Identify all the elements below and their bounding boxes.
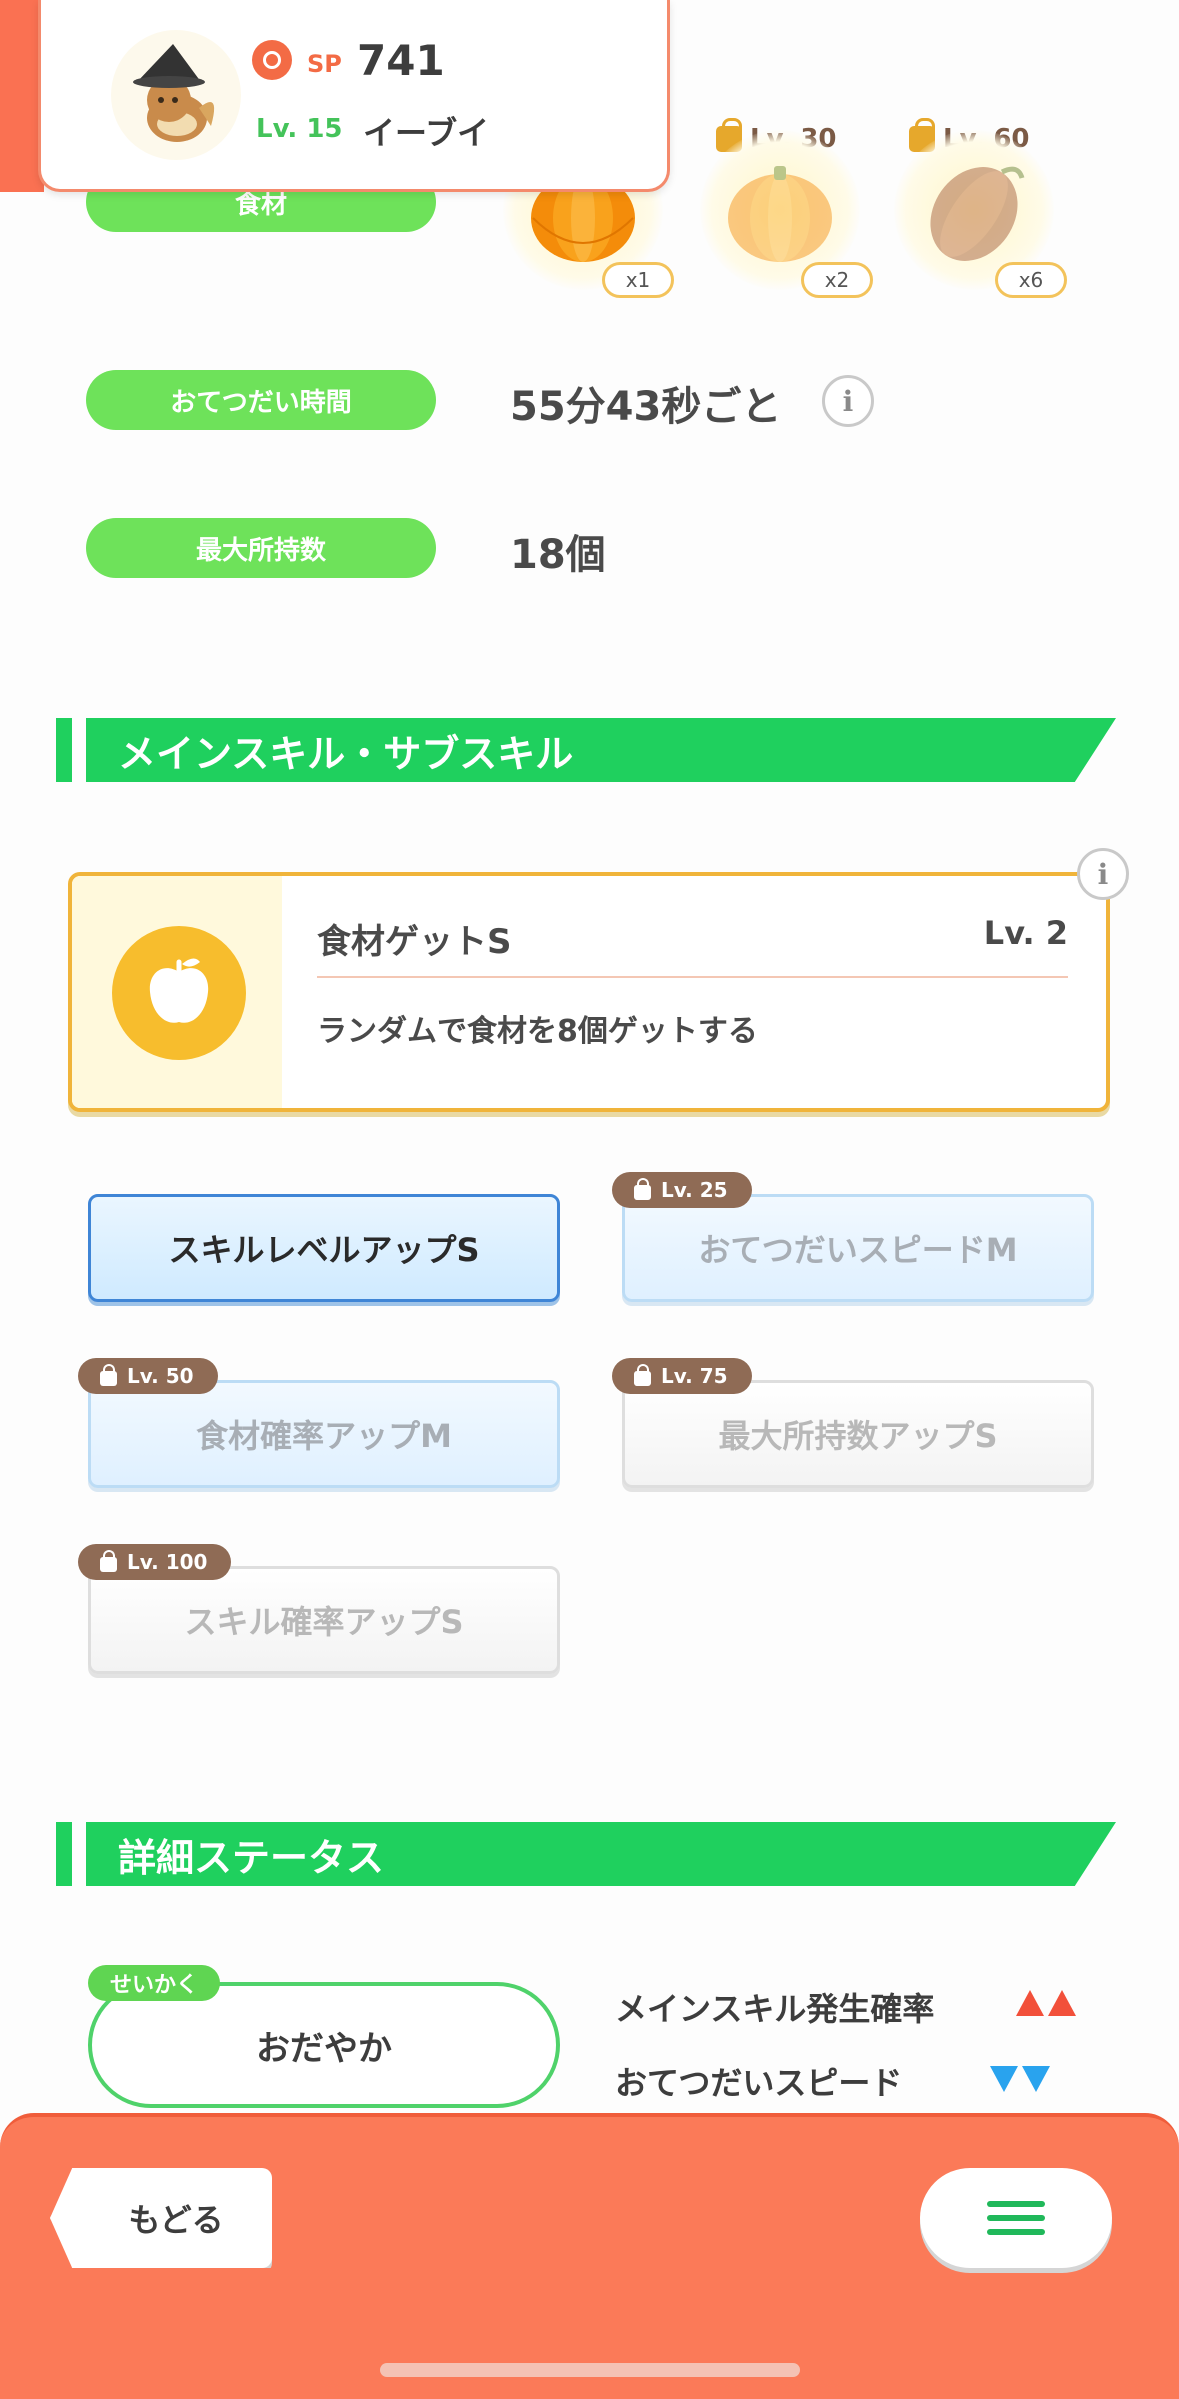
up-arrow-icon [1016,1990,1044,2016]
back-button[interactable]: もどる [50,2168,272,2268]
nature-effect-up-label: メインスキル発生確率 [615,1990,935,2028]
divider [317,976,1068,978]
pokemon-name: イーブイ [363,114,490,152]
section-marker [56,718,72,782]
eevee-witch-icon [133,44,215,142]
pokemon-avatar [111,30,241,160]
lock-icon [100,1364,117,1386]
skills-section-title: メインスキル・サブスキル [86,718,1116,782]
sub-skill-1[interactable]: スキルレベルアップS [88,1194,560,1302]
main-skill-description: ランダムで食材を8個ゲットする [317,1014,758,1049]
hamburger-menu-icon [987,2229,1045,2235]
unlock-level-text: Lv. 100 [127,1550,208,1574]
pokemon-header-card: SP 741 Lv. 15 イーブイ [38,0,670,192]
lock-icon [634,1364,651,1386]
main-skill-name: 食材ゲットS [317,922,512,962]
pokemon-level: Lv. 15 [256,114,343,144]
sub-skill-5[interactable]: スキル確率アップS [88,1566,560,1674]
main-skill-icon-area [72,876,282,1108]
down-arrow-icon [1022,2066,1050,2092]
up-arrow-icon [1048,1990,1076,2016]
ingredient-quantity: x1 [602,262,674,298]
section-marker [56,1822,72,1886]
sub-skill-lock-tag: Lv. 100 [78,1544,232,1580]
unlock-level-text: Lv. 50 [127,1364,194,1388]
unlock-level-text: Lv. 25 [661,1178,728,1202]
menu-button[interactable] [920,2168,1112,2268]
max-carry-label: 最大所持数 [86,518,436,578]
ingredient-quantity: x2 [801,262,873,298]
details-section-title: 詳細ステータス [86,1822,1116,1886]
sp-icon [252,40,292,80]
home-indicator[interactable] [380,2363,800,2377]
main-skill-badge [112,926,246,1060]
help-time-value: 55分43秒ごと [510,384,782,430]
pumpkin-icon [728,166,832,262]
down-arrows-icon [990,2066,1050,2092]
cacao-icon [930,166,1025,261]
ingredient-quantity: x6 [995,262,1067,298]
lock-icon [100,1550,117,1572]
lock-icon [634,1178,651,1200]
main-skill-card[interactable]: 食材ゲットS Lv. 2 ランダムで食材を8個ゲットする [68,872,1110,1112]
nature-tag: せいかく [88,1965,221,2001]
sub-skill-2[interactable]: おてつだいスピードM [622,1194,1094,1302]
help-time-label: おてつだい時間 [86,370,436,430]
sub-skill-lock-tag: Lv. 25 [612,1172,752,1208]
sub-skill-3[interactable]: 食材確率アップM [88,1380,560,1488]
max-carry-value: 18個 [510,532,606,578]
sp-value: 741 [357,36,445,85]
nature-effect-down-label: おてつだいスピード [615,2064,903,2102]
sub-skill-lock-tag: Lv. 75 [612,1358,752,1394]
help-time-info-icon[interactable]: i [822,375,874,427]
hamburger-menu-icon [987,2215,1045,2221]
down-arrow-icon [990,2066,1018,2092]
sub-skill-4[interactable]: 最大所持数アップS [622,1380,1094,1488]
hamburger-menu-icon [987,2201,1045,2207]
sp-label: SP [307,50,342,78]
sub-skill-lock-tag: Lv. 50 [78,1358,218,1394]
main-skill-info-icon[interactable]: i [1077,848,1129,900]
unlock-level-text: Lv. 75 [661,1364,728,1388]
up-arrows-icon [1016,1990,1076,2016]
apple-icon [149,958,209,1023]
main-skill-level: Lv. 2 [983,914,1068,952]
